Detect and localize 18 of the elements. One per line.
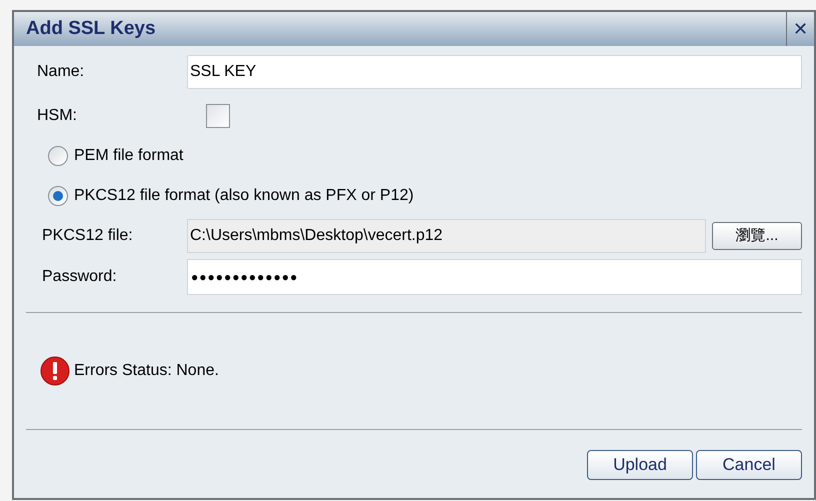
field-label: PKCS12 file: — [41, 226, 134, 246]
dialog-title: Add SSL Keys — [25, 16, 156, 41]
name-field[interactable]: SSL KEY — [187, 55, 802, 89]
password-field[interactable]: ●●●●●●●●●●●●● — [187, 259, 802, 295]
dialog-button[interactable]: Cancel — [696, 450, 802, 480]
hsm-checkbox[interactable] — [206, 104, 230, 128]
field-label: HSM: — [36, 106, 78, 126]
field-label: Password: — [41, 267, 118, 287]
dialog-button[interactable]: Upload — [587, 450, 693, 480]
format-radio[interactable] — [48, 146, 68, 166]
radio-label: PKCS12 file format (also known as PFX or P12) — [74, 186, 414, 206]
browse-button[interactable]: 瀏覽... — [712, 222, 802, 250]
field-label: Name: — [36, 62, 86, 82]
file-path-field[interactable]: C:\Users\mbms\Desktop\vecert.p12 — [187, 219, 706, 253]
radio-label: PEM file format — [74, 146, 184, 166]
error-status-text: Errors Status: None. — [74, 361, 219, 381]
close-button[interactable]: ✕ — [787, 16, 814, 42]
format-radio[interactable] — [48, 186, 68, 206]
